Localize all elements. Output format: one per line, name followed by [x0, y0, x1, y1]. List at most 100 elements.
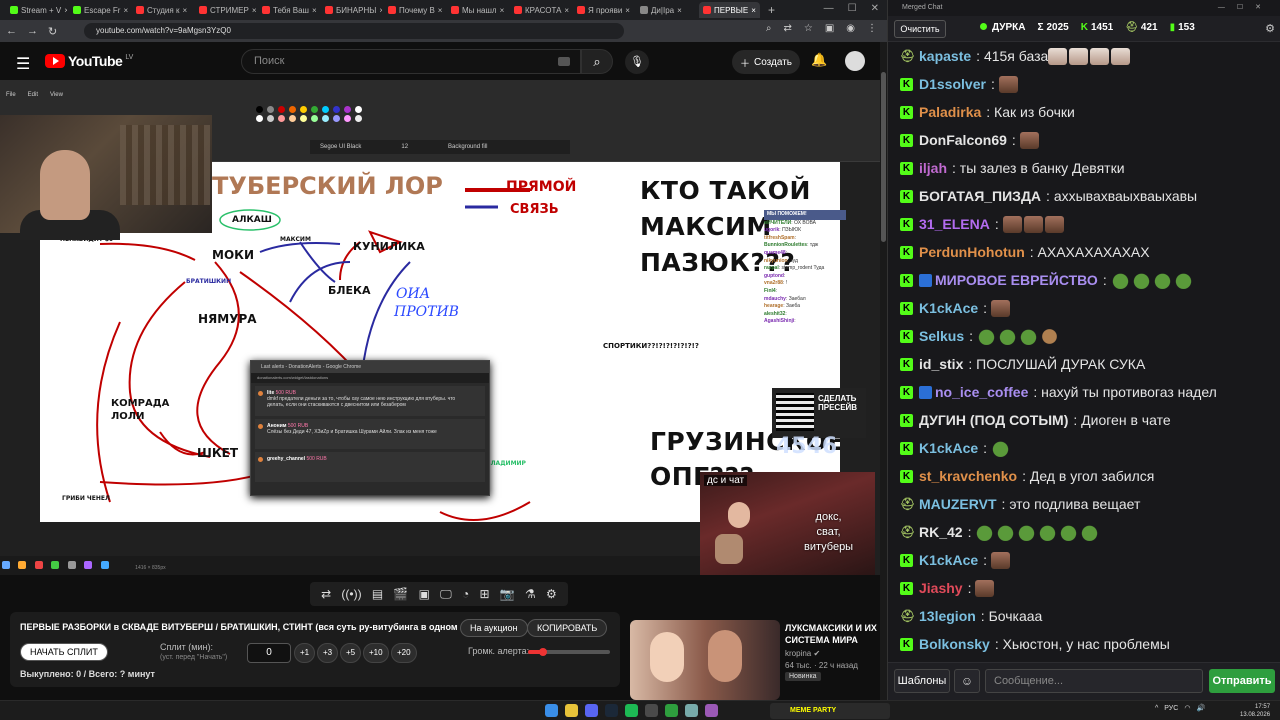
browser-tab[interactable]: Stream + V × — [6, 2, 67, 18]
camera-icon[interactable]: 📷 — [500, 587, 515, 601]
browser-tab[interactable]: Ди|Іра × — [636, 2, 697, 18]
clock[interactable]: 17:57 13.08.2026 — [1240, 703, 1270, 719]
chat-username[interactable]: БОГАТАЯ_ПИЗДА — [919, 188, 1041, 204]
forward-icon[interactable]: → — [27, 25, 38, 37]
maximize-icon[interactable]: ☐ — [848, 3, 857, 14]
browser-tab[interactable]: Мы нашл × — [447, 2, 508, 18]
start-split-button[interactable]: НАЧАТЬ СПЛИТ — [20, 643, 108, 661]
chat-username[interactable]: st_kravchenko — [919, 468, 1017, 484]
tab-close-icon[interactable]: × — [625, 6, 630, 15]
browser-tab[interactable]: КРАСОТА × — [510, 2, 571, 18]
split-increment-button[interactable]: +20 — [391, 643, 417, 663]
chat-username[interactable]: MAUZERVT — [919, 496, 997, 512]
menu-icon[interactable]: ⋮ — [867, 23, 877, 34]
emoji-button[interactable]: ☺ — [954, 669, 980, 693]
search-button[interactable]: ⌕ — [581, 49, 613, 74]
tab-close-icon[interactable]: × — [564, 6, 569, 15]
chat-username[interactable]: kapaste — [919, 48, 971, 64]
clear-chat-button[interactable]: Очистить — [894, 20, 946, 38]
split-increment-button[interactable]: +3 — [317, 643, 339, 663]
translate-icon[interactable]: ⇄ — [783, 23, 791, 34]
chat-username[interactable]: PerdunHohotun — [919, 244, 1025, 260]
chat-username[interactable]: id_stix — [919, 356, 963, 372]
keyboard-icon[interactable] — [558, 57, 570, 66]
radio-icon[interactable]: ((•)) — [341, 587, 361, 601]
repeat-icon[interactable]: ⇄ — [321, 587, 331, 601]
tab-close-icon[interactable]: × — [182, 6, 187, 15]
tab-close-icon[interactable]: × — [751, 6, 756, 15]
windows-start-icon[interactable] — [545, 704, 558, 717]
language-indicator[interactable]: РУС — [1164, 705, 1178, 712]
browser-tab[interactable]: Escape Fr × — [69, 2, 130, 18]
chat-username[interactable]: K1ckAce — [919, 552, 978, 568]
chat-username[interactable]: Selkus — [919, 328, 964, 344]
send-button[interactable]: Отправить — [1209, 669, 1275, 693]
tab-close-icon[interactable]: × — [312, 6, 317, 15]
chrome-icon[interactable] — [565, 704, 578, 717]
page-scrollbar[interactable] — [880, 42, 887, 700]
tab-close-icon[interactable]: × — [379, 6, 382, 15]
split-minutes-input[interactable]: 0 — [247, 643, 291, 663]
kick-icon[interactable] — [665, 704, 678, 717]
recommended-thumbnail[interactable] — [630, 620, 780, 700]
copy-button[interactable]: КОПИРОВАТЬ — [527, 619, 608, 637]
recommended-title[interactable]: ЛУКСМАКСИКИ И ИХ СИСТЕМА МИРА — [785, 622, 880, 646]
profile-icon[interactable]: ◉ — [846, 23, 855, 34]
new-tab-icon[interactable]: + — [768, 3, 775, 17]
monitor-icon[interactable]: 🖵 — [440, 587, 452, 602]
close-icon[interactable]: ✕ — [871, 3, 879, 14]
templates-button[interactable]: Шаблоны — [894, 669, 950, 693]
meme-party-widget[interactable]: MEME PARTY — [770, 703, 890, 719]
tab-close-icon[interactable]: × — [252, 6, 256, 15]
youtube-logo[interactable]: YouTube LV — [45, 53, 133, 69]
subtitles-icon[interactable]: ▤ — [372, 587, 383, 601]
plus-screen-icon[interactable]: ⊞ — [479, 587, 489, 601]
chat-window-controls[interactable]: —☐✕ — [1218, 0, 1273, 16]
recommended-video[interactable]: ЛУКСМАКСИКИ И ИХ СИСТЕМА МИРА kropina ✔ … — [630, 620, 880, 700]
chevron-up-icon[interactable]: ^ — [1155, 705, 1158, 712]
create-button[interactable]: ＋ Создать — [732, 50, 800, 74]
chat-username[interactable]: iljah — [919, 160, 947, 176]
browser-tab[interactable]: СТРИМЕР × — [195, 2, 256, 18]
split-increment-button[interactable]: +5 — [340, 643, 362, 663]
browser-tab[interactable]: БИНАРНЫ × — [321, 2, 382, 18]
chat-username[interactable]: D1ssolver — [919, 76, 986, 92]
chat-username[interactable]: ДУГИН (ПОД СОТЫМ) — [919, 412, 1068, 428]
chat-username[interactable]: DonFalcon69 — [919, 132, 1007, 148]
tab-close-icon[interactable]: × — [438, 6, 443, 15]
chat-username[interactable]: МИРОВОЕ ЕВРЕЙСТВО — [935, 272, 1098, 288]
chat-username[interactable]: RK_42 — [919, 524, 963, 540]
split-increment-button[interactable]: +10 — [363, 643, 389, 663]
tab-close-icon[interactable]: × — [64, 6, 67, 15]
chat-username[interactable]: Bolkonsky — [919, 636, 990, 652]
avatar[interactable] — [845, 51, 865, 71]
search-input[interactable]: Поиск — [241, 49, 581, 74]
tab-close-icon[interactable]: × — [123, 6, 128, 15]
reload-icon[interactable]: ↻ — [48, 25, 57, 38]
steam-icon[interactable] — [605, 704, 618, 717]
gear-icon[interactable]: ⚙ — [546, 587, 557, 601]
chat-username[interactable]: Jiashy — [919, 580, 963, 596]
tab-close-icon[interactable]: × — [500, 6, 505, 15]
alert-volume-knob[interactable] — [538, 648, 547, 656]
video-player[interactable]: File Edit View Segoe UI Black 12 Backgroun… — [0, 80, 880, 575]
extension-icon[interactable]: ▣ — [825, 23, 834, 34]
star-icon[interactable]: ☆ — [804, 23, 813, 34]
chat-username[interactable]: 31_ELENA — [919, 216, 990, 232]
picture-icon[interactable]: ▣ — [419, 587, 430, 601]
browser-tab[interactable]: Студия к × — [132, 2, 193, 18]
volume-icon[interactable]: 🔊 — [1196, 704, 1205, 712]
url-field[interactable]: youtube.com/watch?v=9aMgsn3YzQ0 — [84, 23, 624, 39]
app-icon[interactable] — [705, 704, 718, 717]
spotify-icon[interactable] — [625, 704, 638, 717]
browser-tab[interactable]: Я прояви × — [573, 2, 634, 18]
bell-icon[interactable]: 🔔 — [811, 52, 827, 68]
tab-close-icon[interactable]: × — [677, 6, 682, 15]
back-icon[interactable]: ← — [6, 25, 17, 37]
search-page-icon[interactable]: ⌕ — [766, 23, 772, 34]
chat-username[interactable]: K1ckAce — [919, 300, 978, 316]
browser-tab[interactable]: ПЕРВЫЕ × — [699, 2, 760, 18]
discord-icon[interactable] — [585, 704, 598, 717]
recommended-channel[interactable]: kropina — [785, 649, 811, 658]
scrollbar-thumb[interactable] — [881, 72, 886, 242]
